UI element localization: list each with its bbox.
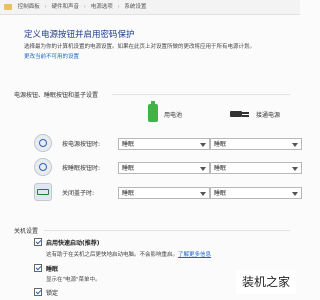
sleep-button-row: 按睡眠按钮时: 睡眠 睡眠 xyxy=(34,158,302,176)
fast-startup-desc: 这有助于在关机之后更快地启动电脑。不会影响重启。了解更多信息 xyxy=(46,250,211,258)
section-divider xyxy=(44,230,290,231)
chevron-right-icon: › xyxy=(83,4,86,10)
breadcrumb-power-options[interactable]: 电源选项 xyxy=(91,4,113,10)
select-value: 睡眠 xyxy=(214,190,227,197)
breadcrumb-hardware-sound[interactable]: 硬件和声音 xyxy=(51,4,79,10)
shutdown-section-title: 关机设置 xyxy=(14,228,39,235)
select-value: 睡眠 xyxy=(214,165,227,172)
folder-icon xyxy=(4,3,12,10)
learn-more-link[interactable]: 了解更多信息 xyxy=(178,252,211,258)
battery-icon xyxy=(148,101,158,122)
lid-row: 关闭盖子时: 睡眠 睡眠 xyxy=(34,183,302,201)
section-divider xyxy=(112,94,290,95)
lid-plugged-select[interactable]: 睡眠 xyxy=(210,187,302,199)
chevron-down-icon xyxy=(292,167,298,171)
sleep-label[interactable]: 睡眠 xyxy=(46,264,58,273)
select-value: 睡眠 xyxy=(214,141,227,148)
page-subtitle: 选择最为你的计算机设置的电源设置。如果在此页上对设置所做的更改将应用于所有电源计… xyxy=(24,44,256,50)
fast-startup-label[interactable]: 启用快速启动(推荐) xyxy=(46,238,100,247)
power-button-label: 按电源按钮时: xyxy=(62,141,101,148)
chevron-right-icon: › xyxy=(44,4,47,10)
desc-text: 这有助于在关机之后更快地启动电脑。不会影响重启。 xyxy=(46,252,179,258)
power-icon xyxy=(34,134,52,152)
lid-icon xyxy=(34,183,52,201)
lock-checkbox[interactable] xyxy=(34,288,42,296)
breadcrumb-control-panel[interactable]: 控制面板 xyxy=(18,4,40,10)
chevron-down-icon xyxy=(200,167,206,171)
sleep-button-label: 按睡眠按钮时: xyxy=(62,165,101,172)
col-battery-header: 用电池 xyxy=(164,112,183,119)
select-value: 睡眠 xyxy=(122,190,135,197)
sleep-button-battery-select[interactable]: 睡眠 xyxy=(118,162,210,174)
sleep-icon xyxy=(34,158,52,176)
chevron-down-icon xyxy=(200,192,206,196)
lid-label: 关闭盖子时: xyxy=(62,190,95,197)
chevron-right-icon: › xyxy=(117,4,120,10)
chevron-down-icon xyxy=(292,192,298,196)
sleep-desc: 显示在"电源"菜单中。 xyxy=(46,277,101,283)
chevron-down-icon xyxy=(292,143,298,147)
select-value: 睡眠 xyxy=(122,165,135,172)
lid-battery-select[interactable]: 睡眠 xyxy=(118,187,210,199)
page-title: 定义电源按钮并启用密码保护 xyxy=(24,30,135,40)
address-bar[interactable]: 控制面板 › 硬件和声音 › 电源选项 › 系统设置 xyxy=(0,0,300,15)
sleep-button-plugged-select[interactable]: 睡眠 xyxy=(210,162,302,174)
power-section-title: 电源按钮、睡眠按钮和盖子设置 xyxy=(14,92,99,99)
change-unavailable-settings-link[interactable]: 更改当前不可用的设置 xyxy=(24,52,79,60)
sleep-checkbox[interactable] xyxy=(34,264,42,272)
select-value: 睡眠 xyxy=(122,141,135,148)
power-button-row: 按电源按钮时: 睡眠 睡眠 xyxy=(34,134,302,152)
fast-startup-checkbox[interactable] xyxy=(34,238,42,246)
chevron-down-icon xyxy=(200,143,206,147)
site-watermark: 装机之家 xyxy=(236,270,296,294)
power-button-plugged-select[interactable]: 睡眠 xyxy=(210,138,302,150)
plug-icon xyxy=(230,110,250,118)
lock-label[interactable]: 锁定 xyxy=(46,288,58,297)
breadcrumb-system-settings[interactable]: 系统设置 xyxy=(124,4,146,10)
col-plugged-header: 接通电源 xyxy=(256,112,281,119)
power-button-battery-select[interactable]: 睡眠 xyxy=(118,138,210,150)
